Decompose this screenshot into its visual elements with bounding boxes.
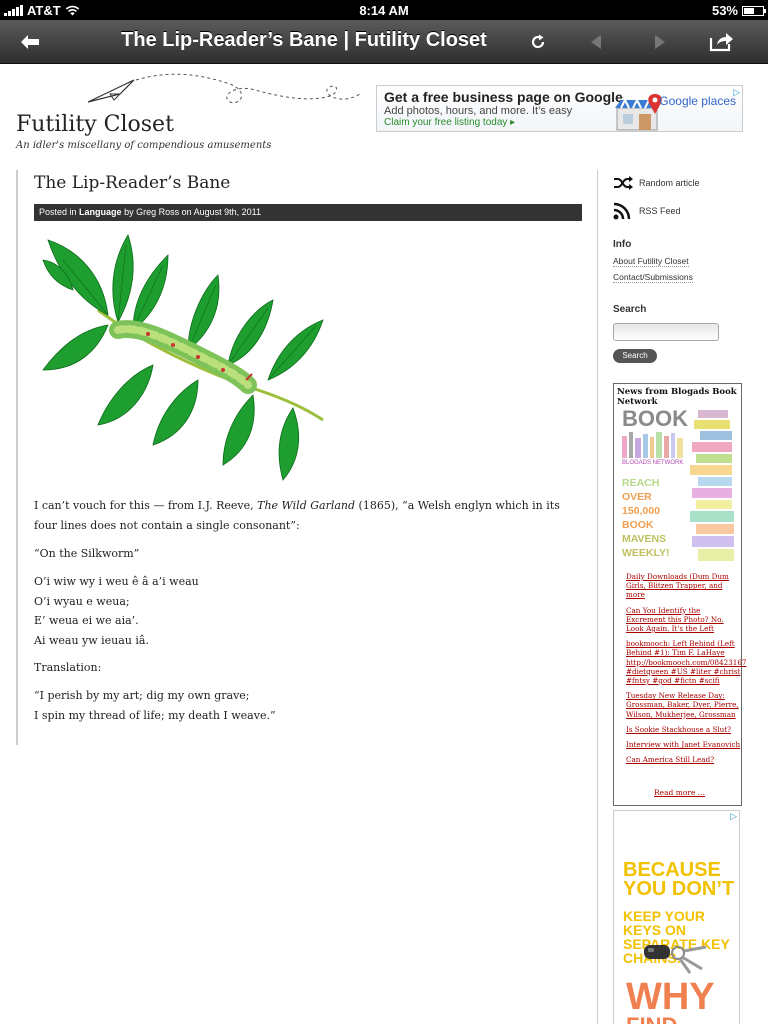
random-article-link[interactable]: Random article [613,176,700,190]
book-ad-subtitle: BLOGADS NETWORK [622,460,684,466]
rss-feed-link[interactable]: RSS Feed [613,202,681,220]
ad-headline: Get a free business page on Google [384,89,623,105]
network-link[interactable]: Tuesday New Release Day: Grossman, Baker… [626,691,742,719]
reach-line: MAVENS [622,533,667,545]
battery-icon [742,5,766,16]
network-link[interactable]: Is Sookie Stackhouse a Slut? [626,725,742,734]
keychain-ad[interactable]: ▷ BECAUSE YOU DON’T KEEP YOUR KEYS ON SE… [613,810,740,1024]
site-title[interactable]: Futility Closet [16,112,174,137]
search-button[interactable]: Search [613,349,657,363]
rss-icon [613,202,631,220]
ad-subline: Add photos, hours, and more. It’s easy [384,105,573,117]
search-heading: Search [613,304,647,315]
intro-text-1: I can’t vouch for this — from I.J. Reeve… [34,499,254,512]
network-link[interactable]: Can You Identify the Excrement this Phot… [626,606,742,634]
post-title[interactable]: The Lip-Reader’s Bane [34,173,230,193]
poem-line: Ai weau yw ieuau iâ. [34,633,149,647]
adchoices-icon[interactable]: ▷ [733,87,740,98]
sidebar: Random article RSS Feed Info About Futil… [597,170,768,1024]
about-link[interactable]: About Futility Closet [613,256,689,267]
translation: “I perish by my art; dig my own grave; I… [34,686,582,725]
network-heading: News from Blogads Book Network [617,387,737,407]
search-input[interactable] [613,323,719,341]
back-arrow-icon[interactable] [16,28,44,56]
rss-feed-label: RSS Feed [639,206,681,216]
reach-line: REACH [622,477,660,489]
reach-line: WEEKLY! [622,547,670,559]
read-more-link[interactable]: Read more ... [654,788,705,797]
book-ad-title: BOOK [622,406,688,431]
meta-byline: by Greg Ross on August 9th, 2011 [124,207,261,217]
network-link[interactable]: Daily Downloads (Dum Dum Girls, Blitzen … [626,572,742,600]
car-keys-icon [644,945,707,974]
meta-posted-in: Posted in [39,207,77,217]
poem-line: E’ weua ei we aia’. [34,614,139,627]
poem-line: O’i wiw wy i weu ê â a’i weau [34,575,199,588]
battery-group: 53% [711,3,766,18]
poem-line: O’i wyau e weua; [34,594,130,608]
google-places-ad[interactable]: Get a free business page on Google Add p… [376,85,743,132]
random-article-label: Random article [639,178,700,188]
blogads-network-box: News from Blogads Book Network BOOK BLOG… [613,383,746,806]
contact-link[interactable]: Contact/Submissions [613,272,693,283]
browser-toolbar: The Lip-Reader’s Bane | Futility Closet [0,20,768,64]
translation-label: Translation: [34,661,102,674]
ad-cta[interactable]: Claim your free listing today ▸ [384,117,515,128]
page-title-bar: The Lip-Reader’s Bane | Futility Closet [121,29,487,51]
poem: O’i wiw wy i weu ê â a’i weau O’i wyau e… [34,572,582,650]
keychain-ad-line4: FIND YOUR [626,1013,739,1024]
book-spines-icon [622,432,683,458]
adchoices-icon[interactable]: ▷ [730,812,737,822]
site-tagline: An idler's miscellany of compendious amu… [16,140,272,151]
translation-line: “I perish by my art; dig my own grave; [34,689,250,702]
post-meta-bar: Posted in Language by Greg Ross on Augus… [34,204,582,221]
info-heading: Info [613,239,632,250]
next-page-icon[interactable] [646,28,674,56]
book-network-ad[interactable]: BOOK BLOGADS NETWORK REACH OVER 150,000 … [620,406,736,564]
status-bar: AT&T 8:14 AM 53% [0,0,768,20]
book-stack-icon [690,410,734,561]
translation-line: I spin my thread of life; my death I wea… [34,708,276,722]
reach-line: BOOK [622,519,654,531]
network-link[interactable]: Interview with Janet Evanovich [626,740,742,749]
book-title: The Wild Garland [257,499,356,512]
share-icon[interactable] [708,28,736,56]
reload-icon[interactable] [524,28,552,56]
keychain-ad-line1: BECAUSE YOU DON’T [623,859,735,900]
previous-page-icon[interactable] [582,28,610,56]
battery-percent: 53% [711,3,738,18]
network-links: Daily Downloads (Dum Dum Girls, Blitzen … [626,572,746,770]
poem-title: “On the Silkworm” [34,547,140,560]
ad-brand: Google places [659,94,736,108]
reach-line: 150,000 [622,505,660,517]
article-intro: I can’t vouch for this — from I.J. Reeve… [34,496,582,536]
shuffle-icon [614,176,633,190]
network-link[interactable]: Can America Still Lead? [626,755,742,764]
reach-line: OVER [622,491,652,503]
clock: 8:14 AM [359,3,409,18]
meta-category-link[interactable]: Language [79,207,122,217]
network-link[interactable]: bookmooch: Left Behind (Left Behind #1):… [626,639,746,685]
article-column: The Lip-Reader’s Bane Posted in Language… [16,170,584,745]
caterpillar-illustration [38,230,368,485]
article-body: I can’t vouch for this — from I.J. Reeve… [34,496,582,733]
book-ad-reach: REACH OVER 150,000 BOOK MAVENS WEEKLY! [622,476,669,560]
